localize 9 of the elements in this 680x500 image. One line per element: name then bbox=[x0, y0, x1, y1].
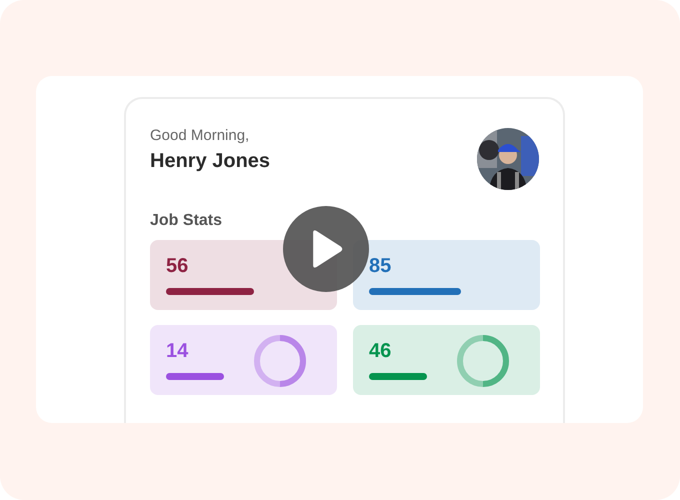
ring-icon bbox=[253, 334, 307, 388]
stat-value: 46 bbox=[369, 340, 392, 363]
stat-value: 56 bbox=[166, 255, 190, 278]
stat-value: 85 bbox=[369, 255, 392, 278]
user-name: Henry Jones bbox=[150, 150, 270, 173]
stat-value: 14 bbox=[166, 340, 190, 363]
ring-icon bbox=[456, 334, 510, 388]
greeting-text: Good Morning, bbox=[150, 127, 250, 144]
section-title: Job Stats bbox=[150, 212, 224, 230]
